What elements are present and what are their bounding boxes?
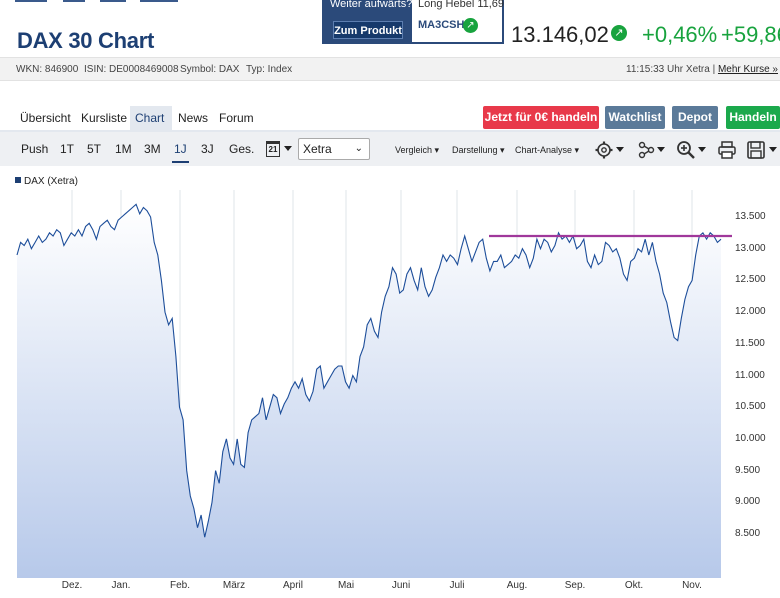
timeframe-5t[interactable]: 5T [87, 142, 101, 156]
promo-left-panel: Weiter aufwärts? Zum Produkt [324, 0, 412, 42]
chart-legend: DAX (Xetra) [15, 176, 78, 187]
promo-box: Weiter aufwärts? Zum Produkt Long Hebel … [322, 0, 504, 44]
exchange-select[interactable]: Xetra ⌄ [298, 138, 370, 160]
meta-isin: ISIN: DE0008469008 [84, 64, 179, 75]
y-tick-label: 9.500 [735, 464, 761, 476]
tab-kursliste[interactable]: Kursliste [76, 106, 132, 130]
top-link-underline[interactable] [140, 0, 178, 2]
x-tick-label: April [282, 580, 304, 591]
chart-toolbar: Push 1T 5T 1M 3M 1J 3J Ges. 21 Xetra ⌄ Ve… [0, 130, 780, 166]
meta-wkn: WKN: 846900 [16, 64, 79, 75]
tab-news[interactable]: News [173, 106, 213, 130]
x-tick-label: Aug. [506, 580, 528, 591]
meta-time: 11:15:33 Uhr Xetra | Mehr Kurse » [626, 64, 778, 75]
y-tick-label: 11.500 [735, 337, 765, 349]
draw-caret-icon[interactable] [657, 147, 665, 152]
watchlist-button[interactable]: Watchlist [605, 106, 665, 129]
tab-uebersicht[interactable]: Übersicht [15, 106, 76, 130]
arrow-up-right-icon: ↗ [463, 18, 478, 33]
chevron-down-icon: ⌄ [354, 143, 363, 154]
depot-button[interactable]: Depot [672, 106, 718, 129]
legend-swatch [15, 177, 21, 183]
zoom-icon[interactable] [676, 140, 696, 160]
timeframe-1m[interactable]: 1M [115, 142, 132, 156]
timeframe-3m[interactable]: 3M [144, 142, 161, 156]
security-meta-bar: WKN: 846900 ISIN: DE0008469008 Symbol: D… [0, 57, 780, 81]
x-tick-label: Dez. [61, 580, 83, 591]
draw-tools-icon[interactable] [637, 140, 657, 160]
chart-analyse-dropdown[interactable]: Chart-Analyse ▾ [515, 145, 579, 156]
save-caret-icon[interactable] [769, 147, 777, 152]
page-title: DAX 30 Chart [17, 28, 154, 53]
y-tick-label: 12.000 [735, 306, 766, 318]
calendar-icon[interactable]: 21 [266, 141, 280, 157]
y-tick-label: 8.500 [735, 528, 761, 539]
y-tick-label: 12.500 [735, 274, 766, 286]
promo-wkn[interactable]: MA3CSH [418, 19, 464, 31]
print-icon[interactable] [717, 140, 737, 160]
more-quotes-link[interactable]: Mehr Kurse » [718, 64, 778, 75]
timeframe-1t[interactable]: 1T [60, 142, 74, 156]
x-tick-label: Juli [449, 580, 465, 591]
page: Weiter aufwärts? Zum Produkt Long Hebel … [0, 0, 780, 598]
gear-icon[interactable] [595, 140, 615, 160]
x-tick-label: Sep. [564, 580, 586, 591]
quote-change-absolute: +59,86 [721, 22, 780, 47]
legend-label: DAX (Xetra) [24, 176, 78, 187]
exchange-select-value: Xetra [303, 142, 332, 156]
dax-chart[interactable] [14, 190, 732, 578]
y-tick-label: 10.000 [735, 432, 766, 444]
timeframe-1j[interactable]: 1J [172, 142, 189, 163]
promo-product[interactable]: Long Hebel 11,69 [418, 0, 504, 10]
x-tick-label: Nov. [682, 580, 702, 591]
darstellung-dropdown[interactable]: Darstellung ▾ [452, 145, 505, 156]
zum-produkt-button[interactable]: Zum Produkt [333, 21, 403, 39]
vergleich-dropdown[interactable]: Vergleich ▾ [395, 145, 439, 156]
trade-free-button[interactable]: Jetzt für 0€ handeln [483, 106, 599, 129]
x-tick-label: Okt. [624, 580, 644, 591]
promo-question: Weiter aufwärts? [330, 0, 413, 10]
chart-analyse-label: Chart-Analyse [515, 145, 573, 155]
x-tick-label: März [222, 580, 246, 591]
series-area [17, 204, 721, 578]
calendar-caret-icon[interactable] [284, 146, 292, 151]
zoom-caret-icon[interactable] [698, 147, 706, 152]
arrow-up-right-icon: ↗ [611, 25, 627, 41]
top-link-underline[interactable] [63, 0, 85, 2]
y-tick-label: 10.500 [735, 401, 766, 413]
tab-forum[interactable]: Forum [214, 106, 259, 130]
y-tick-label: 13.000 [735, 242, 766, 254]
y-tick-label: 11.000 [735, 369, 765, 381]
quote-change-percent: +0,46% [642, 22, 718, 47]
vergleich-label: Vergleich [395, 145, 433, 155]
gear-caret-icon[interactable] [616, 147, 624, 152]
tab-chart[interactable]: Chart [130, 106, 172, 130]
x-tick-label: Juni [391, 580, 411, 591]
timeframe-push[interactable]: Push [21, 142, 48, 156]
timeframe-ges[interactable]: Ges. [229, 142, 254, 156]
save-icon[interactable] [746, 140, 766, 160]
top-link-underline[interactable] [15, 0, 47, 2]
y-tick-label: 9.000 [735, 496, 761, 508]
top-link-underline[interactable] [100, 0, 126, 2]
meta-symbol: Symbol: DAX [180, 64, 240, 75]
timeframe-3j[interactable]: 3J [201, 142, 214, 156]
y-tick-label: 13.500 [735, 211, 766, 222]
quote-price: 13.146,02 [511, 22, 609, 47]
darstellung-label: Darstellung [452, 145, 498, 155]
x-tick-label: Feb. [169, 580, 191, 591]
x-tick-label: Jan. [111, 580, 131, 591]
x-tick-label: Mai [337, 580, 355, 591]
meta-time-text: 11:15:33 Uhr Xetra [626, 64, 710, 75]
trade-button[interactable]: Handeln [726, 106, 780, 129]
meta-type: Typ: Index [246, 64, 293, 75]
